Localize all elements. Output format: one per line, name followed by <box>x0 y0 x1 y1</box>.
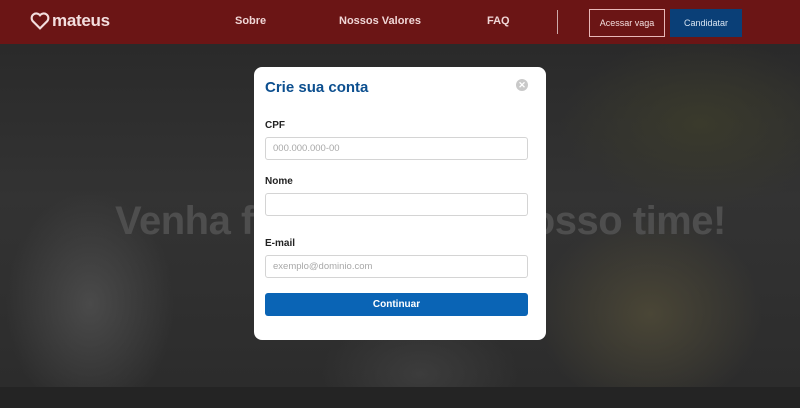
continue-button[interactable]: Continuar <box>265 293 528 316</box>
name-label: Nome <box>265 176 293 187</box>
email-label: E-mail <box>265 238 296 249</box>
apply-button[interactable]: Candidatar <box>670 9 742 37</box>
logo-text: mateus <box>52 11 110 30</box>
email-input[interactable] <box>265 255 528 278</box>
cpf-label: CPF <box>265 120 285 131</box>
bottom-bar <box>0 387 800 408</box>
signup-modal: Crie sua conta ✕ CPF Nome E-mail Continu… <box>254 67 546 340</box>
cpf-input[interactable] <box>265 137 528 160</box>
nav-link-faq[interactable]: FAQ <box>487 15 510 27</box>
name-input[interactable] <box>265 193 528 216</box>
nav-divider <box>557 10 558 34</box>
site-header: mateus Sobre Nossos Valores FAQ Acessar … <box>0 0 800 44</box>
heart-icon <box>30 12 50 30</box>
modal-title: Crie sua conta <box>265 79 369 96</box>
access-button[interactable]: Acessar vaga <box>589 9 665 37</box>
nav-link-nossos-valores[interactable]: Nossos Valores <box>339 15 421 27</box>
brand-logo[interactable]: mateus <box>30 11 110 31</box>
nav-link-sobre[interactable]: Sobre <box>235 15 266 27</box>
close-icon[interactable]: ✕ <box>516 79 528 91</box>
